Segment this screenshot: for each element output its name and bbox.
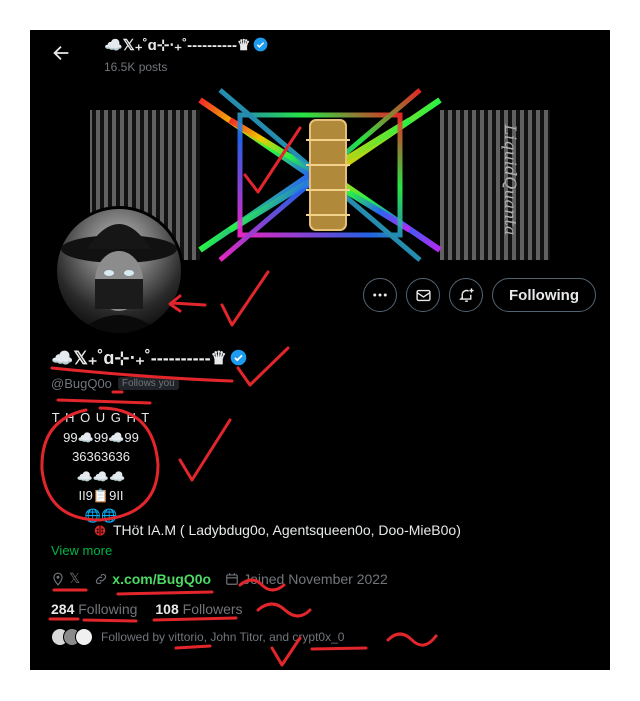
bio-tagline-text: THöt IA.M ( Ladybdug0o, Agentsqueen0o, D… xyxy=(113,522,461,538)
follower-avatars xyxy=(51,628,93,646)
view-more-link[interactable]: View more xyxy=(51,543,112,558)
back-arrow-icon[interactable] xyxy=(50,42,72,64)
profile-name-text: ☁️𝕏₊˚ɑ⊹‧₊˚----------♛ xyxy=(51,348,227,368)
profile-avatar[interactable] xyxy=(54,206,184,336)
more-icon xyxy=(373,293,387,297)
joined-item: Joined November 2022 xyxy=(225,571,388,587)
top-bar: ☁️𝕏₊˚ɑ⊹‧₊˚----------♛ 16.5K posts xyxy=(30,30,610,80)
ladybug-icon xyxy=(94,525,106,536)
profile-meta: 𝕏 x.com/BugQ0o Joined November 2022 xyxy=(51,570,388,587)
bio-tagline: THöt IA.M ( Ladybdug0o, Agentsqueen0o, D… xyxy=(93,522,461,538)
follows-you-badge: Follows you xyxy=(117,377,179,390)
following-count: 284 xyxy=(51,601,75,617)
bio-line: ☁️☁️☁️ xyxy=(76,468,126,484)
followers-count-link[interactable]: 108 Followers xyxy=(155,601,242,617)
profile-display-name: ☁️𝕏₊˚ɑ⊹‧₊˚----------♛ xyxy=(51,348,247,369)
following-count-link[interactable]: 284 Following xyxy=(51,601,137,617)
mini-avatar xyxy=(75,628,93,646)
followed-by-row[interactable]: Followed by vittorio, John Titor, and cr… xyxy=(51,628,344,646)
follow-stats: 284 Following 108 Followers xyxy=(51,601,243,617)
handle-row: @BugQ0o Follows you xyxy=(51,376,179,391)
bell-plus-icon xyxy=(458,287,474,302)
bio-line: 99☁️99☁️99 xyxy=(63,429,139,445)
verified-badge-icon xyxy=(254,37,268,52)
profile-actions: Following xyxy=(363,278,596,312)
link-icon xyxy=(96,573,107,584)
profile-screen: ☁️𝕏₊˚ɑ⊹‧₊˚----------♛ 16.5K posts Liquid… xyxy=(30,30,610,670)
verified-badge-icon xyxy=(230,349,247,366)
envelope-icon xyxy=(415,289,431,301)
calendar-icon xyxy=(226,572,238,585)
message-button[interactable] xyxy=(406,278,440,312)
avatar-portrait xyxy=(61,224,177,333)
location-pin-icon xyxy=(53,572,63,586)
header-display-name: ☁️𝕏₊˚ɑ⊹‧₊˚----------♛ xyxy=(104,36,268,54)
followers-label: Followers xyxy=(182,601,243,617)
location-item: 𝕏 xyxy=(51,570,80,587)
header-post-count: 16.5K posts xyxy=(104,60,168,74)
bio-line: T H O U G H T xyxy=(51,410,151,425)
banner-signature: LiquidQuanta xyxy=(501,124,520,236)
header-name-text: ☁️𝕏₊˚ɑ⊹‧₊˚----------♛ xyxy=(104,37,251,54)
bio-line: II9📋9II xyxy=(78,488,124,503)
followed-by-text: Followed by vittorio, John Titor, and cr… xyxy=(101,630,345,644)
following-button[interactable]: Following xyxy=(492,278,596,312)
notify-button[interactable] xyxy=(449,278,483,312)
url-item: x.com/BugQ0o xyxy=(94,571,211,587)
profile-bio: T H O U G H T 99☁️99☁️99 36363636 ☁️☁️☁️… xyxy=(51,408,151,525)
following-label: Following xyxy=(78,601,138,617)
location-text: 𝕏 xyxy=(69,570,81,586)
profile-url-link[interactable]: x.com/BugQ0o xyxy=(112,571,211,587)
joined-text: Joined November 2022 xyxy=(243,570,388,587)
profile-handle: @BugQ0o xyxy=(51,376,112,391)
more-button[interactable] xyxy=(363,278,397,312)
followers-count: 108 xyxy=(155,601,179,617)
bio-line: 36363636 xyxy=(72,449,130,464)
